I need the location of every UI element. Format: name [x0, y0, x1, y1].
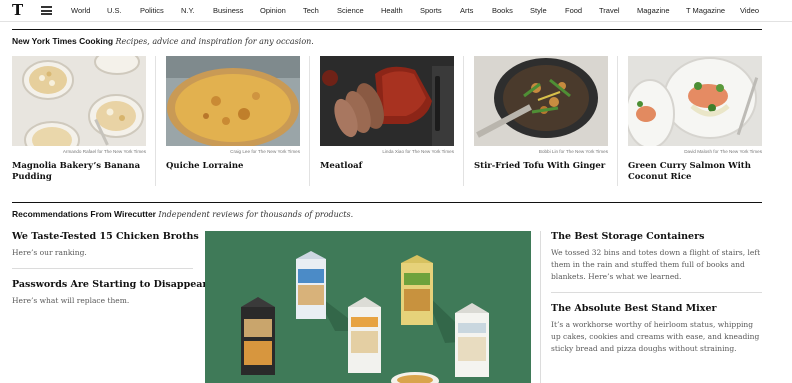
photo-credit: Bobbi Lin for The New York Times: [538, 149, 608, 154]
nav-link-politics[interactable]: Politics: [140, 6, 164, 15]
recipe-image[interactable]: [320, 56, 454, 146]
nav-link-t-magazine[interactable]: T Magazine: [686, 6, 725, 15]
photo-credit: Craig Lee for The New York Times: [230, 149, 300, 154]
nav-link-tech[interactable]: Tech: [303, 6, 319, 15]
nav-link-health[interactable]: Health: [381, 6, 403, 15]
nav-link-science[interactable]: Science: [337, 6, 364, 15]
card-divider: [309, 56, 310, 186]
recipe-image[interactable]: [474, 56, 608, 146]
broth-cartons-illustration: [205, 231, 531, 383]
nav-link-travel[interactable]: Travel: [599, 6, 620, 15]
article-divider: [551, 292, 762, 293]
article-headline[interactable]: We Taste-Tested 15 Chicken Broths: [12, 231, 199, 242]
nav-link-books[interactable]: Books: [492, 6, 513, 15]
chicken-broth-photo[interactable]: [205, 231, 531, 383]
recipe-title[interactable]: Green Curry Salmon With Coconut Rice: [628, 161, 762, 183]
nav-link-food[interactable]: Food: [565, 6, 582, 15]
article-summary: It’s a workhorse worthy of heirloom stat…: [551, 320, 760, 353]
nav-link-video[interactable]: Video: [740, 6, 759, 15]
photo-credit: Linda Xiao for The New York Times: [382, 149, 454, 154]
recipe-title[interactable]: Meatloaf: [320, 161, 454, 172]
recipe-image[interactable]: [166, 56, 300, 146]
quiche-photo: [166, 56, 300, 146]
nav-link-us[interactable]: U.S.: [107, 6, 122, 15]
column-divider: [540, 231, 541, 383]
nav-link-world[interactable]: World: [71, 6, 90, 15]
card-divider: [617, 56, 618, 186]
article-headline[interactable]: Passwords Are Starting to Disappear: [12, 279, 207, 290]
section-rule: [12, 29, 762, 30]
cooking-heading[interactable]: New York Times Cooking: [12, 36, 113, 46]
photo-credit: Armando Rafael for The New York Times: [62, 149, 146, 154]
menu-icon[interactable]: [41, 6, 52, 15]
banana-pudding-photo: [12, 56, 146, 146]
cooking-header: New York Times Cooking Recipes, advice a…: [12, 36, 314, 46]
article-headline[interactable]: The Absolute Best Stand Mixer: [551, 303, 717, 314]
recipe-image[interactable]: [12, 56, 146, 146]
recipe-image[interactable]: [628, 56, 762, 146]
card-divider: [463, 56, 464, 186]
article-divider: [12, 268, 193, 269]
article-summary: Here’s our ranking.: [12, 248, 87, 257]
recipe-card[interactable]: Linda Xiao for The New York Times Meatlo…: [320, 56, 454, 172]
recipe-card[interactable]: David Malosh for The New York Times Gree…: [628, 56, 762, 183]
recipe-title[interactable]: Magnolia Bakery’s Banana Pudding: [12, 161, 146, 183]
nav-link-ny[interactable]: N.Y.: [181, 6, 195, 15]
nav-link-business[interactable]: Business: [213, 6, 243, 15]
recipe-title[interactable]: Stir-Fried Tofu With Ginger: [474, 161, 608, 172]
article-summary: Here’s what will replace them.: [12, 296, 130, 305]
wirecutter-header: Recommendations From Wirecutter Independ…: [12, 209, 353, 219]
recipe-card[interactable]: Armando Rafael for The New York Times Ma…: [12, 56, 146, 183]
nav-link-magazine[interactable]: Magazine: [637, 6, 670, 15]
meatloaf-photo: [320, 56, 454, 146]
wirecutter-tagline: Independent reviews for thousands of pro…: [158, 210, 354, 219]
section-nav: T World U.S. Politics N.Y. Business Opin…: [0, 0, 792, 22]
nav-link-opinion[interactable]: Opinion: [260, 6, 286, 15]
card-divider: [155, 56, 156, 186]
cooking-tagline: Recipes, advice and inspiration for any …: [115, 37, 314, 46]
nav-link-sports[interactable]: Sports: [420, 6, 442, 15]
salmon-photo: [628, 56, 762, 146]
wirecutter-heading[interactable]: Recommendations From Wirecutter: [12, 209, 156, 219]
recipe-title[interactable]: Quiche Lorraine: [166, 161, 300, 172]
nav-link-arts[interactable]: Arts: [460, 6, 473, 15]
stir-fry-photo: [474, 56, 608, 146]
nav-link-style[interactable]: Style: [530, 6, 547, 15]
article-headline[interactable]: The Best Storage Containers: [551, 231, 704, 242]
photo-credit: David Malosh for The New York Times: [684, 149, 762, 154]
article-summary: We tossed 32 bins and totes down a fligh…: [551, 248, 761, 281]
recipe-card[interactable]: Craig Lee for The New York Times Quiche …: [166, 56, 300, 172]
section-rule: [12, 202, 762, 203]
nyt-logo[interactable]: T: [12, 3, 26, 18]
recipe-card[interactable]: Bobbi Lin for The New York Times Stir-Fr…: [474, 56, 608, 172]
